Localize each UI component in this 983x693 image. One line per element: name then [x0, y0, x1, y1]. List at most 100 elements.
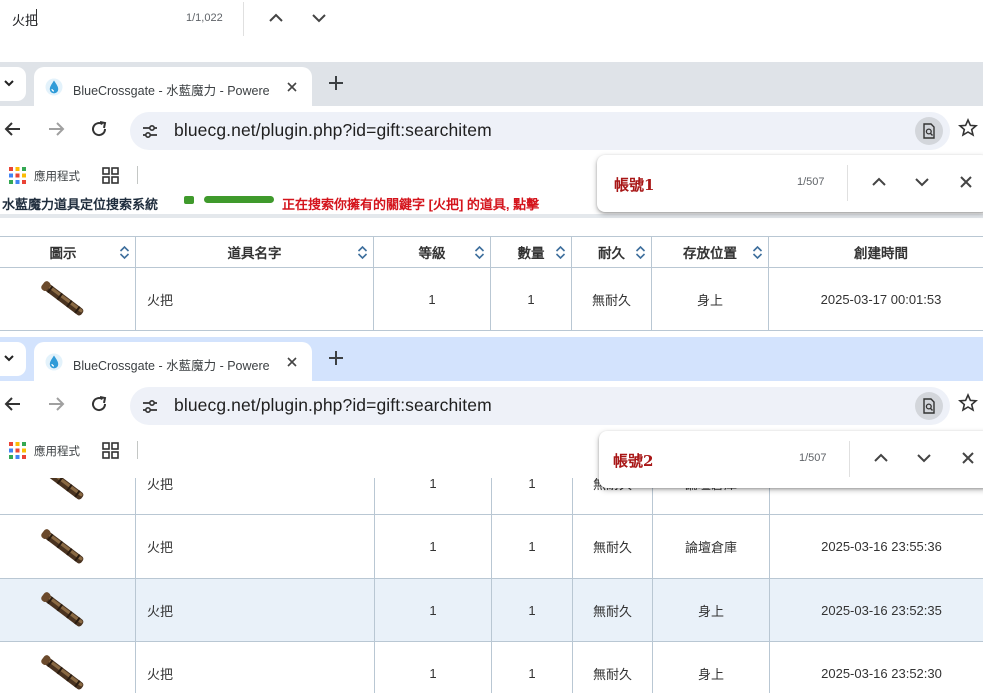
column-header[interactable]: 道具名字 — [135, 236, 374, 268]
find-in-page-button[interactable] — [915, 392, 943, 420]
find-previous-button[interactable] — [871, 448, 891, 468]
tab-bluecrossgate[interactable]: BlueCrossgate - 水藍魔力 - Powered — [34, 342, 312, 381]
table-row-highlighted[interactable]: 火把 1 1 無耐久 身上 2025-03-16 23:52:35 — [0, 578, 983, 642]
close-tab-icon[interactable] — [284, 79, 300, 95]
find-close-button[interactable] — [956, 172, 976, 192]
item-location: 論壇倉庫 — [652, 514, 770, 579]
forward-arrow-icon[interactable] — [46, 394, 66, 414]
find-query[interactable]: 帳號2 — [613, 450, 653, 471]
item-durability: 無耐久 — [571, 267, 652, 331]
item-level: 1 — [374, 478, 492, 515]
site-settings-icon[interactable] — [140, 396, 160, 416]
tab-search-button[interactable] — [0, 67, 26, 101]
close-tab-icon[interactable] — [284, 354, 300, 370]
item-level: 1 — [374, 578, 492, 642]
find-divider — [847, 165, 848, 201]
find-next-button[interactable] — [912, 172, 932, 192]
item-level: 1 — [374, 641, 492, 693]
find-in-page-button[interactable] — [915, 117, 943, 145]
url-text: bluecg.net/plugin.php?id=gift:searchitem — [174, 395, 492, 415]
find-previous-button[interactable] — [266, 8, 286, 28]
find-divider — [849, 441, 850, 477]
column-header[interactable]: 創建時間 — [768, 236, 983, 268]
item-icon-cell — [0, 267, 136, 331]
column-header[interactable]: 存放位置 — [651, 236, 769, 268]
find-popup-2: 帳號2 1/507 — [599, 431, 983, 488]
tab-strip: BlueCrossgate - 水藍魔力 - Powered — [0, 337, 983, 381]
banner-title: 水藍魔力道具定位搜索系統 — [2, 197, 159, 212]
apps-bookmark[interactable]: 應用程式 — [34, 443, 80, 459]
site-favicon-icon — [45, 353, 63, 371]
item-icon-cell — [0, 578, 136, 642]
find-next-button[interactable] — [309, 8, 329, 28]
sort-icon — [635, 245, 646, 260]
item-icon-cell — [0, 478, 136, 515]
reload-icon[interactable] — [89, 394, 109, 414]
tab-title: BlueCrossgate - 水藍魔力 - Powered — [73, 84, 269, 98]
bookmark-star-icon[interactable] — [958, 393, 978, 413]
find-popup-1: 帳號1 1/507 — [597, 155, 983, 212]
item-location: 身上 — [652, 578, 770, 642]
address-bar[interactable]: bluecg.net/plugin.php?id=gift:searchitem — [130, 387, 950, 425]
back-arrow-icon[interactable] — [3, 394, 23, 414]
back-arrow-icon[interactable] — [3, 119, 23, 139]
apps-grid-icon[interactable] — [9, 167, 26, 184]
find-query-input[interactable]: 火把 — [12, 10, 38, 29]
bookmarks-divider — [137, 441, 138, 459]
find-close-button[interactable] — [958, 448, 978, 468]
item-level: 1 — [373, 267, 491, 331]
navigation-toolbar: bluecg.net/plugin.php?id=gift:searchitem — [0, 381, 983, 427]
item-name: 火把 — [135, 514, 375, 579]
reload-icon[interactable] — [89, 119, 109, 139]
banner-divider — [0, 214, 983, 218]
table-row[interactable]: 火把 1 1 無耐久 論壇倉庫 2025-03-16 23:55:36 — [0, 514, 983, 579]
bookmarks-divider — [137, 166, 138, 184]
tab-strip: BlueCrossgate - 水藍魔力 - Powered — [0, 62, 983, 106]
table-header-row: 圖示 道具名字 等級 數量 耐久 存放位置 創建時間 — [0, 236, 983, 268]
column-header[interactable]: 耐久 — [571, 236, 652, 268]
item-quantity: 1 — [491, 578, 573, 642]
banner-arrow-icon — [184, 196, 194, 204]
table-viewport[interactable]: 火把 1 1 無耐久 論壇倉庫 2025-03-16 23:55:39 火把 1… — [0, 478, 983, 693]
torch-icon — [36, 586, 90, 634]
text-caret — [36, 9, 37, 26]
tab-groups-icon[interactable] — [102, 167, 119, 184]
tab-groups-icon[interactable] — [102, 442, 119, 459]
column-header[interactable]: 圖示 — [0, 236, 136, 268]
new-tab-icon[interactable] — [327, 74, 345, 92]
forward-arrow-icon[interactable] — [46, 119, 66, 139]
apps-bookmark[interactable]: 應用程式 — [34, 168, 80, 184]
sort-icon — [119, 245, 130, 260]
banner-status: 正在搜索你擁有的關鍵字 [火把] 的道具, 點擊 — [282, 197, 540, 212]
find-query[interactable]: 帳號1 — [614, 174, 654, 195]
find-previous-button[interactable] — [869, 172, 889, 192]
item-name: 火把 — [135, 267, 374, 331]
sort-icon — [555, 245, 566, 260]
column-header[interactable]: 數量 — [490, 236, 572, 268]
url-text: bluecg.net/plugin.php?id=gift:searchitem — [174, 120, 492, 140]
bookmark-star-icon[interactable] — [958, 118, 978, 138]
sort-icon — [752, 245, 763, 260]
new-tab-icon[interactable] — [327, 349, 345, 367]
tab-bluecrossgate[interactable]: BlueCrossgate - 水藍魔力 - Powered — [34, 67, 312, 106]
item-table: 火把 1 1 無耐久 論壇倉庫 2025-03-16 23:55:39 火把 1… — [0, 478, 983, 693]
item-quantity: 1 — [490, 267, 572, 331]
torch-icon — [36, 275, 90, 323]
find-next-button[interactable] — [914, 448, 934, 468]
torch-icon — [36, 523, 90, 571]
site-settings-icon[interactable] — [140, 121, 160, 141]
column-header[interactable]: 等級 — [373, 236, 491, 268]
tab-search-button[interactable] — [0, 342, 26, 376]
item-icon-cell — [0, 514, 136, 579]
tab-title: BlueCrossgate - 水藍魔力 - Powered — [73, 359, 269, 373]
item-quantity: 1 — [491, 514, 573, 579]
apps-grid-icon[interactable] — [9, 442, 26, 459]
table-row[interactable]: 火把 1 1 無耐久 身上 2025-03-16 23:52:30 — [0, 641, 983, 693]
address-bar[interactable]: bluecg.net/plugin.php?id=gift:searchitem — [130, 112, 950, 150]
table-row[interactable]: 火把 1 1 無耐久 身上 2025-03-17 00:01:53 — [0, 267, 983, 331]
item-location: 身上 — [651, 267, 769, 331]
top-find-bar: 火把 1/1,022 — [0, 0, 983, 62]
find-match-count: 1/507 — [797, 176, 825, 188]
item-created-time: 2025-03-16 23:52:30 — [769, 641, 983, 693]
site-favicon-icon — [45, 78, 63, 96]
